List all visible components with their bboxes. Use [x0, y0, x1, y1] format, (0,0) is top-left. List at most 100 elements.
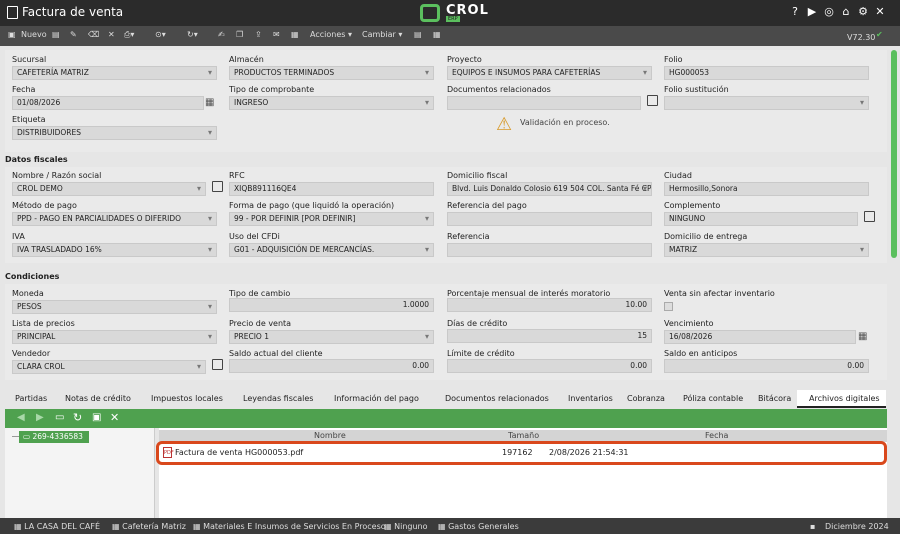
calendar-icon[interactable]: ▦ — [858, 331, 867, 342]
print-icon[interactable]: ⎙▾ — [124, 30, 134, 40]
export-icon[interactable]: ⊙▾ — [155, 30, 166, 39]
domicilio-select[interactable]: Blvd. Luis Donaldo Colosio 619 504 COL. … — [447, 182, 652, 196]
table-row[interactable]: PDF Factura de venta HG000053.pdf 197162… — [156, 441, 887, 465]
column-nombre[interactable]: Nombre — [314, 431, 346, 440]
scan-icon[interactable]: ▣ — [92, 412, 101, 423]
tree-folder-node[interactable]: ▭ 269-4336583 — [19, 431, 89, 443]
report-icon[interactable]: ▦ — [291, 30, 299, 39]
tab-archivos-digitales[interactable]: Archivos digitales — [797, 390, 886, 408]
saldo-cliente-field[interactable]: 0.00 — [229, 359, 434, 373]
saldo-anticipos-field[interactable]: 0.00 — [664, 359, 869, 373]
save-icon[interactable]: ▤ — [52, 30, 60, 39]
tab-bitacora[interactable]: Bitácora — [758, 394, 791, 403]
tab-notas-credito[interactable]: Notas de crédito — [65, 394, 131, 403]
documentos-relacionados-field[interactable] — [447, 96, 641, 110]
precio-venta-select[interactable]: PRECIO 1 — [229, 330, 434, 344]
tab-documentos-relacionados[interactable]: Documentos relacionados — [445, 394, 549, 403]
almacen-select[interactable]: PRODUCTOS TERMINADOS — [229, 66, 434, 80]
calendar-icon[interactable]: ▦ — [433, 30, 441, 39]
edit-icon[interactable]: ✎ — [70, 30, 77, 39]
crol-logo-sub: ERP — [446, 16, 460, 22]
vendedor-select[interactable]: CLARA CROL — [12, 360, 206, 374]
etiqueta-select[interactable]: DISTRIBUIDORES — [12, 126, 217, 140]
limite-credito-field[interactable]: 0.00 — [447, 359, 652, 373]
tipo-cambio-field[interactable]: 1.0000 — [229, 298, 434, 312]
metodo-pago-select[interactable]: PPD - PAGO EN PARCIALIDADES O DIFERIDO — [12, 212, 217, 226]
ref-pago-field[interactable] — [447, 212, 652, 226]
forma-pago-select[interactable]: 99 - POR DEFINIR [POR DEFINIR] — [229, 212, 434, 226]
precio-venta-label: Precio de venta — [229, 319, 292, 328]
complemento-field[interactable]: NINGUNO — [664, 212, 858, 226]
send-icon[interactable]: ⇪ — [255, 30, 262, 39]
tab-impuestos-locales[interactable]: Impuestos locales — [151, 394, 223, 403]
chat-icon[interactable]: ◎ — [823, 6, 835, 18]
tipo-cambio-label: Tipo de cambio — [229, 289, 291, 298]
crol-logo-icon — [420, 4, 440, 22]
sin-inventario-checkbox[interactable] — [664, 302, 673, 311]
client-search-icon[interactable] — [212, 181, 223, 192]
eraser-icon[interactable]: ⌫ — [88, 30, 99, 39]
new-icon[interactable]: ▣ — [8, 30, 16, 39]
tab-cobranza[interactable]: Cobranza — [627, 394, 665, 403]
open-folder-icon[interactable]: ▭ — [55, 412, 64, 423]
tipo-comprobante-select[interactable]: INGRESO — [229, 96, 434, 110]
refresh-icon[interactable]: ↻▾ — [187, 30, 198, 39]
column-tamano[interactable]: Tamaño — [508, 431, 539, 440]
iva-select[interactable]: IVA TRASLADADO 16% — [12, 243, 217, 257]
back-icon[interactable]: ◀ — [17, 412, 25, 423]
folio-sustitucion-select[interactable] — [664, 96, 869, 110]
calendar-icon[interactable]: ▦ — [205, 97, 214, 108]
dias-credito-field[interactable]: 15 — [447, 329, 652, 343]
search-docs-icon[interactable] — [647, 95, 658, 106]
home-icon[interactable]: ⌂ — [840, 6, 852, 18]
sucursal-select[interactable]: CAFETERÍA MATRIZ — [12, 66, 217, 80]
sign-icon[interactable]: ✍ — [218, 30, 225, 39]
tab-inventarios[interactable]: Inventarios — [568, 394, 613, 403]
rfc-label: RFC — [229, 171, 245, 180]
cancel-icon[interactable]: ✕ — [108, 30, 115, 39]
folio-field[interactable]: HG000053 — [664, 66, 869, 80]
moneda-select[interactable]: PESOS — [12, 300, 217, 314]
vencimiento-field[interactable]: 16/08/2026 — [664, 330, 856, 344]
column-fecha[interactable]: Fecha — [705, 431, 728, 440]
tipo-comprobante-label: Tipo de comprobante — [229, 85, 315, 94]
tab-partidas[interactable]: Partidas — [15, 394, 47, 403]
ciudad-field[interactable]: Hermosillo,Sonora — [664, 182, 869, 196]
domicilio-entrega-select[interactable]: MATRIZ — [664, 243, 869, 257]
settings-icon[interactable]: ⚙ — [857, 6, 869, 18]
interes-field[interactable]: 10.00 — [447, 298, 652, 312]
copy-icon[interactable]: ❐ — [236, 30, 243, 39]
list-icon[interactable]: ▤ — [414, 30, 422, 39]
actions-menu[interactable]: Acciones ▾ — [310, 30, 352, 39]
complemento-search-icon[interactable] — [864, 211, 875, 222]
tab-poliza-contable[interactable]: Póliza contable — [683, 394, 743, 403]
warning-icon: ⚠ — [496, 114, 513, 135]
proyecto-select[interactable]: EQUIPOS E INSUMOS PARA CAFETERÍAS — [447, 66, 652, 80]
help-icon[interactable]: ? — [789, 6, 801, 18]
new-button[interactable]: Nuevo — [21, 30, 47, 39]
delete-icon[interactable]: ✕ — [110, 411, 119, 424]
vendedor-search-icon[interactable] — [212, 359, 223, 370]
rfc-field[interactable]: XIQB891116QE4 — [229, 182, 434, 196]
conditions-section-title: Condiciones — [5, 272, 60, 281]
referencia-label: Referencia — [447, 232, 490, 241]
close-icon[interactable]: ✕ — [874, 6, 886, 18]
tab-informacion-pago[interactable]: Información del pago — [334, 394, 419, 403]
scrollbar[interactable] — [891, 50, 897, 258]
mail-icon[interactable]: ✉ — [273, 30, 280, 39]
fecha-field[interactable]: 01/08/2026 — [12, 96, 204, 110]
refresh-icon[interactable]: ↻ — [73, 411, 82, 424]
check-icon: ✔ — [876, 30, 883, 39]
file-size: 197162 — [502, 448, 533, 457]
referencia-field[interactable] — [447, 243, 652, 257]
lista-precios-select[interactable]: PRINCIPAL — [12, 330, 217, 344]
nombre-select[interactable]: CROL DEMO — [12, 182, 206, 196]
change-menu[interactable]: Cambiar ▾ — [362, 30, 402, 39]
tab-leyendas-fiscales[interactable]: Leyendas fiscales — [243, 394, 313, 403]
forward-icon[interactable]: ▶ — [36, 412, 44, 423]
period-status: Diciembre 2024 — [825, 522, 889, 531]
uso-cfdi-select[interactable]: G01 - ADQUISICIÓN DE MERCANCÍAS. — [229, 243, 434, 257]
pdf-icon: PDF — [163, 447, 174, 458]
interes-label: Porcentaje mensual de interés moratorio — [447, 289, 611, 298]
youtube-icon[interactable]: ▶ — [806, 6, 818, 18]
